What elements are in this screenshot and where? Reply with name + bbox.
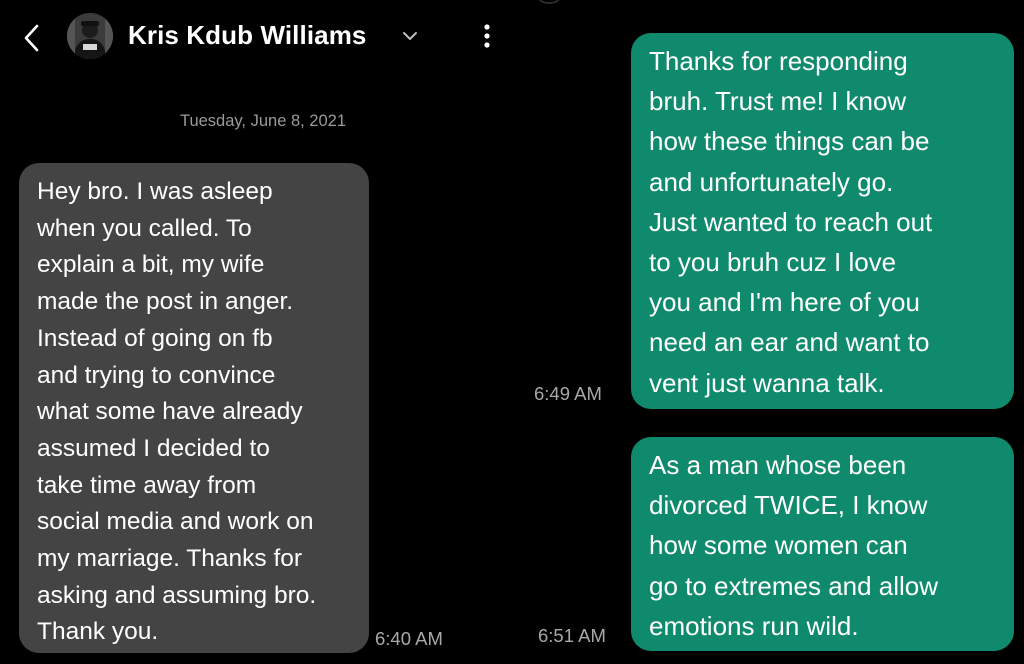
outgoing-message-bubble[interactable]: As a man whose been divorced TWICE, I kn… [631, 437, 1014, 651]
outgoing-message-bubble[interactable]: Thanks for responding bruh. Trust me! I … [631, 33, 1014, 409]
contact-name[interactable]: Kris Kdub Williams [128, 20, 367, 51]
messaging-screen: Kris Kdub Williams Tuesday, June 8, 2021… [0, 0, 1024, 664]
contact-avatar[interactable] [67, 13, 113, 59]
message-timestamp: 6:49 AM [534, 383, 602, 404]
conversation-header: Kris Kdub Williams [0, 0, 520, 78]
incoming-message-bubble[interactable]: Hey bro. I was asleep when you called. T… [19, 163, 369, 653]
chevron-left-icon [24, 24, 39, 52]
back-button[interactable] [18, 22, 46, 54]
camera-cutout [538, 0, 560, 4]
contact-details-toggle[interactable] [402, 29, 418, 41]
date-separator: Tuesday, June 8, 2021 [179, 112, 347, 130]
more-options-button[interactable] [474, 22, 500, 52]
more-vertical-icon [484, 24, 490, 48]
message-timestamp: 6:40 AM [375, 628, 443, 649]
avatar-photo [67, 13, 113, 59]
message-timestamp: 6:51 AM [538, 625, 606, 646]
chevron-down-icon [403, 32, 417, 40]
